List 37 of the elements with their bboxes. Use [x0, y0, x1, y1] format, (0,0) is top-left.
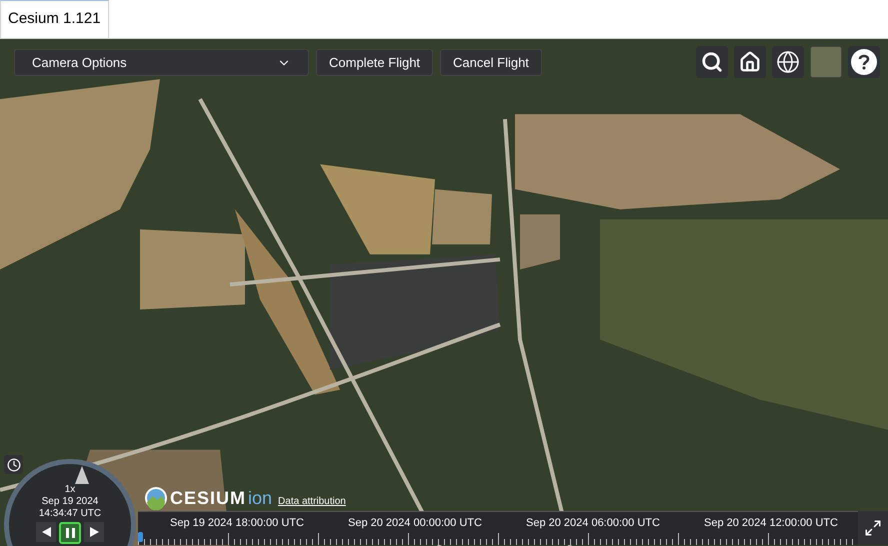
search-button[interactable] [696, 46, 728, 78]
clock-icon [6, 458, 20, 472]
timeline-label: Sep 20 2024 12:00:00 UTC [703, 516, 839, 531]
toolbar-button[interactable]: Cancel Flight [440, 49, 542, 76]
clock-button[interactable] [4, 455, 23, 474]
play-reverse-button[interactable] [36, 522, 56, 542]
imagery-thumbnail-button[interactable] [810, 46, 842, 78]
date-text: Sep 19 2024 [42, 496, 98, 508]
timeline-bar[interactable]: Sep 19 2024 18:00:00 UTC Sep 20 2024 00:00:00 UTC Sep 20 2024 06:00:00 UTC Sep 20 2024 12:00:00 UTC [138, 511, 858, 545]
play-button[interactable] [84, 522, 104, 542]
cesium-logo-text: CESIUM [170, 488, 246, 508]
data-attribution-link[interactable]: Data attribution [278, 494, 346, 509]
timeline-label: Sep 20 2024 06:00:00 UTC [525, 516, 661, 531]
fullscreen-icon [864, 519, 882, 537]
help-icon [851, 49, 877, 75]
fullscreen-button[interactable] [858, 511, 888, 545]
pause-icon [66, 528, 74, 538]
house-icon [739, 51, 761, 73]
speed-text: 1x [64, 484, 76, 496]
shuttle-ring-needle-icon[interactable] [75, 466, 89, 484]
timeline-label: Sep 20 2024 00:00:00 UTC [347, 516, 483, 531]
globe-button[interactable] [772, 46, 804, 78]
time-text: 14:34:47 UTC [38, 508, 102, 520]
home-button[interactable] [734, 46, 766, 78]
camera-options-select[interactable]: Camera Options [14, 49, 309, 76]
reverse-triangle-icon [42, 527, 50, 537]
pause-button[interactable] [59, 522, 81, 544]
mountain-logo-icon [144, 486, 168, 510]
play-triangle-icon [90, 527, 98, 537]
playhead-icon[interactable] [138, 532, 143, 542]
timeline-label: Sep 19 2024 18:00:00 UTC [169, 516, 305, 531]
toolbar-button[interactable]: Complete Flight [316, 49, 434, 76]
tab[interactable]: Cesium 1.121 [0, 0, 109, 38]
ion-logo-text: ion [248, 488, 272, 508]
help-button[interactable] [848, 46, 880, 78]
globe-icon [776, 50, 800, 74]
search-icon [701, 51, 723, 73]
